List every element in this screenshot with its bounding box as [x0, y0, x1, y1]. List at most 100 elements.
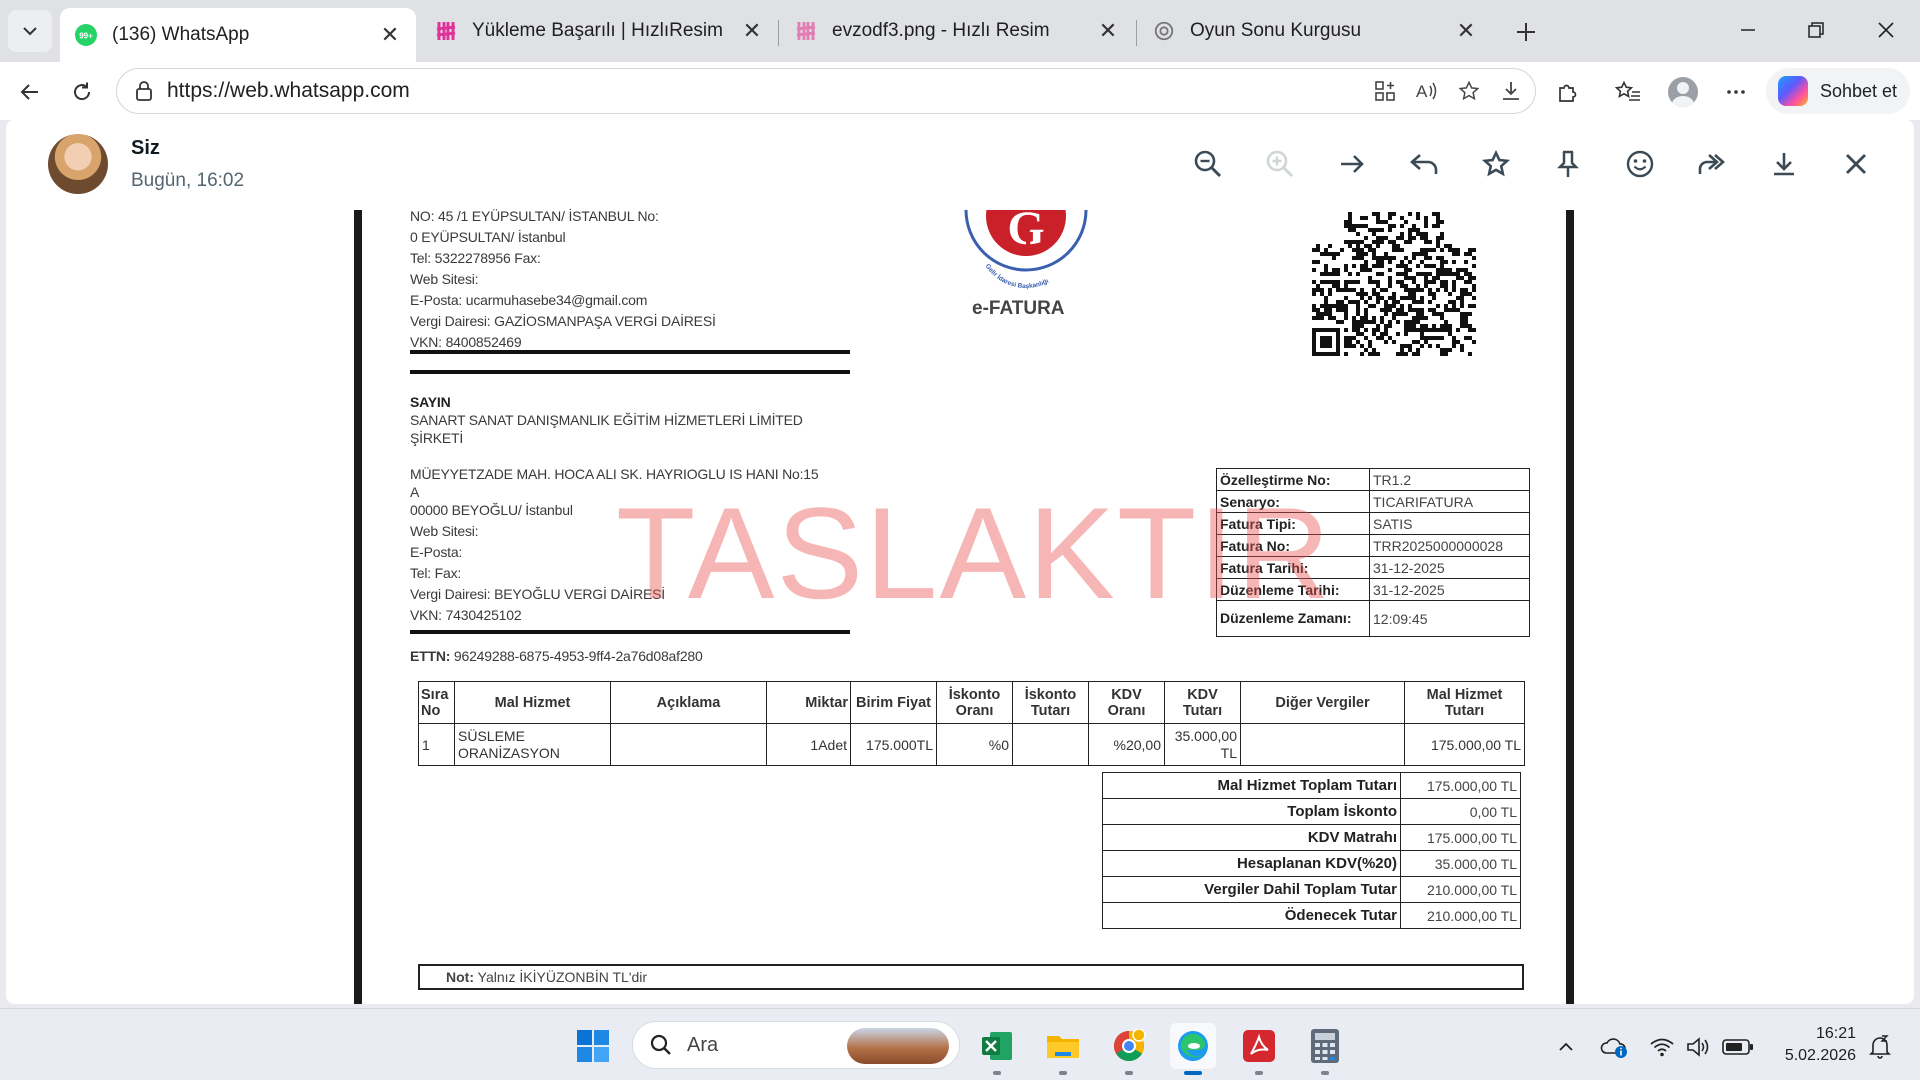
profile-button[interactable]: [1663, 72, 1703, 112]
tab-chatgpt[interactable]: Oyun Sonu Kurgusu ✕: [1138, 8, 1492, 54]
column-header: KDV Tutarı: [1164, 681, 1241, 724]
reload-button[interactable]: [62, 72, 102, 112]
table-cell: 1Adet: [766, 723, 851, 766]
buyer-line: SANART SANAT DANIŞMANLIK EĞİTİM HİZMETLE…: [410, 412, 803, 428]
tab-hizliresim-image[interactable]: evzodf3.png - Hızlı Resim ✕: [780, 8, 1134, 54]
favorites-list-icon: [1615, 80, 1640, 101]
table-cell: SÜSLEME ORANİZASYON: [454, 723, 611, 766]
pin-message-button[interactable]: [1546, 142, 1590, 186]
detail-value: TRR2025000000028: [1369, 534, 1530, 557]
search-icon: [650, 1034, 671, 1055]
battery-button[interactable]: [1722, 1031, 1754, 1063]
invoice-image[interactable]: NO: 45 /1 EYÜPSULTAN/ İSTANBUL No: 0 EYÜ…: [354, 208, 1574, 1004]
table-cell: 35.000,00 TL: [1164, 723, 1241, 766]
zoom-out-button[interactable]: [1186, 142, 1230, 186]
taskbar-edge[interactable]: [1170, 1023, 1216, 1075]
reload-icon: [74, 82, 91, 101]
close-tab-icon[interactable]: ✕: [1096, 18, 1120, 43]
total-row: Vergiler Dahil Toplam Tutar 210.000,00 TL: [1102, 876, 1521, 903]
notifications-button[interactable]: [1864, 1031, 1896, 1063]
start-button[interactable]: [570, 1023, 616, 1069]
wifi-button[interactable]: [1646, 1031, 1678, 1063]
back-button[interactable]: [10, 72, 50, 112]
copilot-chat-button[interactable]: Sohbet et: [1766, 68, 1910, 114]
forward-button[interactable]: [1690, 142, 1734, 186]
document-border: [1566, 210, 1574, 1004]
table-cell: 1: [418, 723, 455, 766]
seller-line: E-Posta: ucarmuhasebe34@gmail.com: [410, 292, 648, 308]
total-value: 35.000,00 TL: [1400, 850, 1521, 877]
search-highlight-image: [847, 1028, 949, 1064]
detail-row: Fatura Tipi: SATIS: [1216, 512, 1530, 535]
url-text[interactable]: https://web.whatsapp.com: [167, 79, 1367, 103]
tab-separator: [778, 20, 779, 46]
extensions-button[interactable]: [1548, 72, 1588, 112]
total-label: Toplam İskonto: [1102, 798, 1401, 825]
favorites-button[interactable]: [1608, 72, 1648, 112]
minimize-button[interactable]: [1718, 10, 1778, 50]
close-icon: [1846, 154, 1866, 174]
downloads-icon[interactable]: [1493, 73, 1529, 109]
seller-line: Tel: 5322278956 Fax:: [410, 250, 541, 266]
column-header: İskonto Tutarı: [1012, 681, 1089, 724]
whatsapp-icon: 99+: [74, 23, 98, 47]
divider: [410, 370, 850, 374]
buyer-line: A: [410, 484, 420, 500]
taskbar-chrome[interactable]: [1106, 1023, 1152, 1075]
media-viewer-header: Siz Bugün, 16:02: [6, 120, 1914, 210]
column-header: Birim Fiyat: [850, 681, 937, 724]
new-tab-button[interactable]: [1508, 14, 1544, 50]
taskbar-clock[interactable]: 16:21 5.02.2026: [1776, 1023, 1856, 1067]
table-cell: %0: [936, 723, 1013, 766]
taskbar-file-explorer[interactable]: [1040, 1023, 1086, 1075]
more-menu-button[interactable]: [1716, 72, 1756, 112]
buyer-line: VKN: 7430425102: [410, 607, 522, 623]
read-aloud-icon[interactable]: A: [1409, 73, 1445, 109]
tab-whatsapp[interactable]: 99+ (136) WhatsApp ✕: [60, 8, 416, 62]
lock-icon[interactable]: [129, 80, 159, 102]
favorite-star-icon[interactable]: [1451, 73, 1487, 109]
total-row: Hesaplanan KDV(%20) 35.000,00 TL: [1102, 850, 1521, 877]
detail-key: Fatura Tipi:: [1216, 512, 1370, 535]
tab-hizliresim-upload[interactable]: Yükleme Başarılı | HızlıResim ✕: [420, 8, 778, 54]
tab-actions-menu-button[interactable]: [8, 10, 52, 52]
puzzle-icon: [1559, 84, 1577, 102]
chatgpt-icon: [1152, 19, 1176, 43]
buyer-heading: SAYIN: [410, 394, 451, 410]
react-button[interactable]: [1618, 142, 1662, 186]
windows-logo-icon: [577, 1030, 609, 1062]
seller-line: VKN: 8400852469: [410, 334, 522, 350]
close-tab-icon[interactable]: ✕: [740, 18, 764, 43]
detail-row: Senaryo: TICARIFATURA: [1216, 490, 1530, 513]
app-available-icon[interactable]: [1367, 73, 1403, 109]
star-message-button[interactable]: [1474, 142, 1518, 186]
volume-button[interactable]: [1682, 1031, 1714, 1063]
qr-code: [1312, 212, 1476, 356]
invoice-details-table: Özelleştirme No: TR1.2 Senaryo: TICARIFATU…: [1216, 468, 1530, 637]
go-to-message-button[interactable]: [1330, 142, 1374, 186]
invoice-totals-table: Mal Hizmet Toplam Tutarı 175.000,00 TL To…: [1102, 772, 1521, 929]
taskbar-calculator[interactable]: [1302, 1023, 1348, 1075]
browser-tab-strip: 99+ (136) WhatsApp ✕ Yükleme Başarılı | …: [0, 0, 1920, 62]
restore-button[interactable]: [1786, 10, 1846, 50]
taskbar-acrobat[interactable]: [1236, 1023, 1282, 1075]
download-button[interactable]: [1762, 142, 1806, 186]
zoom-in-button[interactable]: [1258, 142, 1302, 186]
close-viewer-button[interactable]: [1834, 142, 1878, 186]
taskbar-search[interactable]: Ara: [632, 1021, 960, 1069]
total-row: Mal Hizmet Toplam Tutarı 175.000,00 TL: [1102, 772, 1521, 799]
windows-taskbar: Ara 16:21 5.02.2026: [0, 1008, 1920, 1080]
sender-name[interactable]: Siz: [131, 137, 160, 160]
sender-avatar[interactable]: [48, 134, 108, 194]
address-bar[interactable]: https://web.whatsapp.com A: [116, 68, 1536, 114]
close-window-button[interactable]: [1856, 10, 1916, 50]
buyer-line: Tel: Fax:: [410, 565, 462, 581]
taskbar-excel[interactable]: [974, 1023, 1020, 1075]
reply-button[interactable]: [1402, 142, 1446, 186]
close-tab-icon[interactable]: ✕: [1454, 18, 1478, 43]
close-tab-icon[interactable]: ✕: [378, 22, 402, 47]
show-hidden-icons-button[interactable]: [1550, 1031, 1582, 1063]
buyer-line: MÜEYYETZADE MAH. HOCA ALI SK. HAYRIOGLU …: [410, 466, 819, 482]
seller-line: NO: 45 /1 EYÜPSULTAN/ İSTANBUL No:: [410, 208, 659, 224]
onedrive-tray-button[interactable]: [1598, 1031, 1630, 1063]
